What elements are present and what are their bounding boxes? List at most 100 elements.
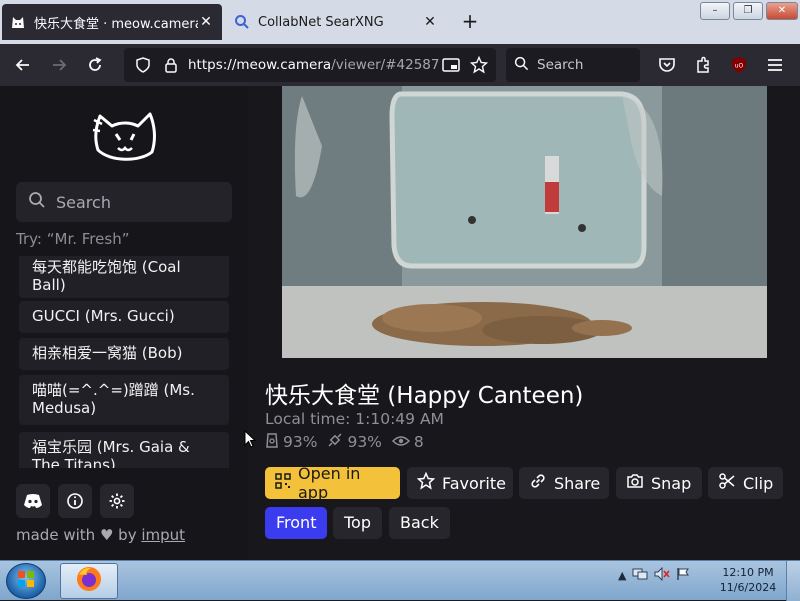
food-level-value: 93% (283, 433, 318, 451)
signal-stat: 93% (327, 432, 382, 452)
windows-logo-icon (16, 569, 36, 593)
close-window-button[interactable]: ✕ (766, 2, 798, 20)
camera-list[interactable]: 每天都能吃饱饱 (Coal Ball) GUCCI (Mrs. Gucci) 相… (16, 256, 232, 468)
network-icon[interactable] (632, 567, 648, 584)
pocket-icon[interactable] (654, 52, 680, 78)
satellite-icon (327, 432, 343, 452)
viewers-stat: 8 (391, 433, 424, 451)
close-tab-icon[interactable]: ✕ (198, 14, 214, 30)
url-path: /viewer/#42587833 (331, 57, 440, 73)
search-bar[interactable]: Search (506, 48, 640, 82)
food-bag-icon (265, 432, 279, 452)
mouse-cursor-icon (244, 429, 257, 452)
bookmark-star-icon[interactable] (468, 54, 490, 76)
food-level-stat: 93% (265, 432, 317, 452)
picture-in-picture-icon[interactable] (440, 54, 462, 76)
new-tab-button[interactable]: + (458, 10, 482, 34)
view-front-button[interactable]: Front (265, 507, 328, 539)
close-tab-icon[interactable]: ✕ (422, 14, 438, 30)
url-host: https://meow.camera (188, 57, 332, 73)
share-button[interactable]: Share (519, 467, 609, 499)
qr-code-icon (275, 473, 291, 493)
snap-label: Snap (651, 473, 692, 493)
viewers-value: 8 (413, 433, 424, 451)
forward-arrow-icon[interactable] (46, 52, 72, 78)
made-with-credit: made with ♥ by imput (16, 526, 185, 544)
show-desktop-button[interactable] (786, 561, 800, 601)
tab-title: CollabNet SearXNG (258, 14, 384, 30)
camera-stats: 93% 93% 8 (265, 432, 428, 452)
eye-icon (391, 433, 410, 451)
scissors-icon (718, 472, 736, 494)
address-bar[interactable]: https://meow.camera/viewer/#42587833 (124, 48, 496, 82)
view-back-button[interactable]: Back (389, 507, 450, 539)
camera-list-item[interactable]: 相亲相爱一窝猫 (Bob) (19, 338, 229, 370)
tab-meow-camera[interactable]: 快乐大食堂 · meow.camera ✕ (2, 4, 222, 40)
by-text: by (118, 526, 137, 544)
search-icon (514, 56, 529, 75)
extensions-icon[interactable] (690, 52, 716, 78)
cat-icon (10, 14, 26, 30)
navigation-toolbar: https://meow.camera/viewer/#42587833 Sea… (0, 44, 800, 86)
menu-hamburger-icon[interactable] (762, 52, 788, 78)
shield-icon[interactable] (132, 54, 154, 76)
open-in-app-label: Open in app (298, 464, 361, 502)
start-button[interactable] (6, 563, 46, 599)
lock-icon[interactable] (160, 54, 182, 76)
camera-video-stream[interactable] (282, 86, 767, 358)
camera-search-input[interactable]: Search (16, 182, 232, 222)
view-top-button[interactable]: Top (333, 507, 382, 539)
volume-muted-icon[interactable] (654, 566, 671, 584)
action-center-flag-icon[interactable] (676, 567, 690, 584)
clip-button[interactable]: Clip (708, 467, 783, 499)
show-hidden-icons-icon[interactable]: ▲ (618, 569, 626, 582)
camera-list-item[interactable]: 每天都能吃饱饱 (Coal Ball) (19, 256, 229, 298)
tab-searxng[interactable]: CollabNet SearXNG ✕ (226, 4, 446, 40)
ublock-origin-icon[interactable]: uO (726, 52, 752, 78)
clock-date: 11/6/2024 (719, 581, 777, 594)
camera-title: 快乐大食堂 (Happy Canteen) (265, 383, 584, 409)
system-tray: ▲ (618, 566, 690, 584)
favorite-button[interactable]: Favorite (407, 467, 513, 499)
gear-icon[interactable] (100, 484, 134, 518)
tab-strip: 快乐大食堂 · meow.camera ✕ CollabNet SearXNG … (0, 0, 800, 44)
search-icon (234, 14, 250, 30)
favorite-label: Favorite (442, 473, 506, 493)
ublock-badge-text: uO (735, 63, 744, 70)
page-content: Search Try: “Mr. Fresh” 每天都能吃饱饱 (Coal Ba… (0, 86, 800, 560)
info-icon[interactable] (58, 484, 92, 518)
reload-icon[interactable] (82, 52, 108, 78)
discord-icon[interactable] (16, 484, 50, 518)
search-hint: Try: “Mr. Fresh” (16, 230, 130, 248)
meow-camera-logo[interactable] (90, 100, 160, 166)
link-icon (529, 472, 547, 494)
signal-value: 93% (347, 433, 382, 451)
system-clock[interactable]: 12:10 PM 11/6/2024 (716, 565, 780, 595)
camera-list-item[interactable]: 福宝乐园 (Mrs. Gaia & The Titans) (19, 432, 229, 468)
camera-icon (626, 473, 644, 493)
share-label: Share (554, 473, 601, 493)
search-placeholder: Search (537, 57, 584, 73)
search-icon (28, 191, 46, 213)
star-icon (416, 471, 436, 494)
made-with-text: made with (16, 526, 96, 544)
clip-label: Clip (743, 473, 774, 493)
url-text: https://meow.camera/viewer/#42587833 (188, 57, 440, 73)
sidebar: Search Try: “Mr. Fresh” 每天都能吃饱饱 (Coal Ba… (0, 86, 248, 560)
taskbar-firefox-button[interactable] (60, 563, 118, 599)
open-in-app-button[interactable]: Open in app (265, 464, 400, 502)
tab-title: 快乐大食堂 · meow.camera (34, 16, 198, 32)
snap-button[interactable]: Snap (616, 467, 702, 499)
sidebar-icon-row (16, 484, 134, 518)
camera-list-item[interactable]: GUCCI (Mrs. Gucci) (19, 301, 229, 333)
search-placeholder: Search (56, 192, 111, 212)
firefox-icon (75, 565, 103, 597)
clock-time: 12:10 PM (722, 566, 774, 579)
maximize-button[interactable]: ❐ (733, 2, 763, 20)
author-link[interactable]: imput (141, 526, 185, 544)
camera-list-item[interactable]: 喵喵(=^.^=)蹭蹭 (Ms. Medusa) (19, 375, 229, 425)
minimize-button[interactable]: – (700, 2, 730, 20)
back-arrow-icon[interactable] (10, 52, 36, 78)
local-time: Local time: 1:10:49 AM (265, 410, 444, 428)
taskbar: ▲ 12:10 PM 11/6/2024 (0, 560, 800, 601)
